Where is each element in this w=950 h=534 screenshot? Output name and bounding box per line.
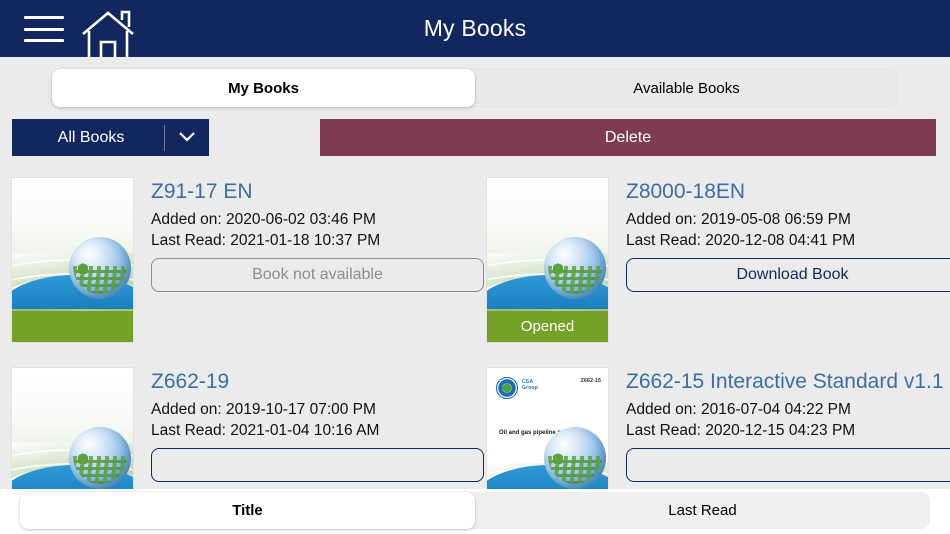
book-row: Z91-17 EN Added on: 2020-06-02 03:46 PM … — [0, 169, 950, 359]
footer-bar: Title Last Read — [0, 489, 950, 534]
book-title[interactable]: Z662-15 Interactive Standard v1.1 — [626, 370, 950, 394]
books-filter-value: All Books — [57, 128, 125, 146]
book-action-label: Download Book — [736, 266, 849, 283]
cover-status-badge — [12, 311, 133, 342]
book-last-read: Last Read: 2020-12-08 04:41 PM — [626, 232, 856, 249]
book-action-button[interactable]: Download Book — [626, 258, 950, 292]
cover-brand-label: CSA Group — [522, 379, 538, 391]
book-last-read: Last Read: 2020-12-15 04:23 PM — [626, 422, 856, 439]
book-row: Z662-19 Added on: 2019-10-17 07:00 PM La… — [0, 359, 950, 489]
sort-tab-title-label: Title — [232, 502, 263, 519]
toolbar-row: All Books Delete — [0, 119, 950, 157]
book-meta: Z662-19 Added on: 2019-10-17 07:00 PM La… — [133, 368, 484, 489]
tab-my-books[interactable]: My Books — [52, 69, 475, 107]
book-action-button[interactable] — [151, 448, 484, 482]
globe-icon — [69, 237, 131, 300]
sort-tab-last-read-label: Last Read — [668, 502, 737, 519]
tab-my-books-label: My Books — [228, 79, 299, 97]
book-title[interactable]: Z91-17 EN — [151, 180, 475, 204]
book-card[interactable]: Z91-17 EN Added on: 2020-06-02 03:46 PM … — [0, 169, 484, 359]
book-action-button[interactable] — [626, 448, 950, 482]
book-cover-image[interactable] — [12, 178, 133, 342]
book-added-on: Added on: 2020-06-02 03:46 PM — [151, 211, 376, 228]
globe-icon — [544, 427, 606, 489]
book-list[interactable]: Z91-17 EN Added on: 2020-06-02 03:46 PM … — [0, 169, 950, 489]
book-card[interactable]: Opened Z8000-18EN Added on: 2019-05-08 0… — [475, 169, 950, 359]
delete-button[interactable]: Delete — [320, 119, 936, 156]
book-last-read: Last Read: 2021-01-18 10:37 PM — [151, 232, 381, 249]
book-action-button[interactable]: Book not available — [151, 258, 484, 292]
sort-tab-title[interactable]: Title — [20, 492, 475, 529]
cover-status-badge: Opened — [520, 317, 575, 335]
app-header: My Books — [0, 0, 950, 57]
book-added-on: Added on: 2019-05-08 06:59 PM — [626, 211, 851, 228]
cover-code-label: Z662-15 — [580, 378, 602, 384]
books-tab-bar: My Books Available Books — [52, 69, 898, 107]
chevron-down-icon — [165, 131, 209, 144]
book-added-on: Added on: 2016-07-04 04:22 PM — [626, 401, 851, 418]
book-added-on: Added on: 2019-10-17 07:00 PM — [151, 401, 376, 418]
book-meta: Z91-17 EN Added on: 2020-06-02 03:46 PM … — [133, 178, 484, 359]
delete-button-label: Delete — [604, 128, 652, 146]
book-meta: Z8000-18EN Added on: 2019-05-08 06:59 PM… — [608, 178, 950, 359]
book-cover-image[interactable]: CSA Group Z662-15 Oil and gas pipeline sy… — [487, 368, 608, 489]
book-title[interactable]: Z8000-18EN — [626, 180, 950, 204]
book-title[interactable]: Z662-19 — [151, 370, 475, 394]
book-action-label: Book not available — [252, 266, 383, 283]
globe-icon — [69, 427, 131, 489]
book-meta: Z662-15 Interactive Standard v1.1 Added … — [608, 368, 950, 489]
csa-group-logo-icon — [496, 377, 518, 399]
tab-available-books-label: Available Books — [633, 79, 740, 97]
book-card[interactable]: CSA Group Z662-15 Oil and gas pipeline sy… — [475, 359, 950, 489]
book-card[interactable]: Z662-19 Added on: 2019-10-17 07:00 PM La… — [0, 359, 484, 489]
sort-tab-last-read[interactable]: Last Read — [475, 492, 930, 529]
sort-tab-bar: Title Last Read — [20, 492, 930, 529]
book-last-read: Last Read: 2021-01-04 10:16 AM — [151, 422, 380, 439]
globe-icon — [544, 237, 606, 300]
tab-available-books[interactable]: Available Books — [475, 69, 898, 107]
book-cover-image[interactable] — [12, 368, 133, 489]
books-filter-dropdown[interactable]: All Books — [12, 119, 209, 156]
page-title: My Books — [423, 15, 527, 41]
book-cover-image[interactable]: Opened — [487, 178, 608, 342]
